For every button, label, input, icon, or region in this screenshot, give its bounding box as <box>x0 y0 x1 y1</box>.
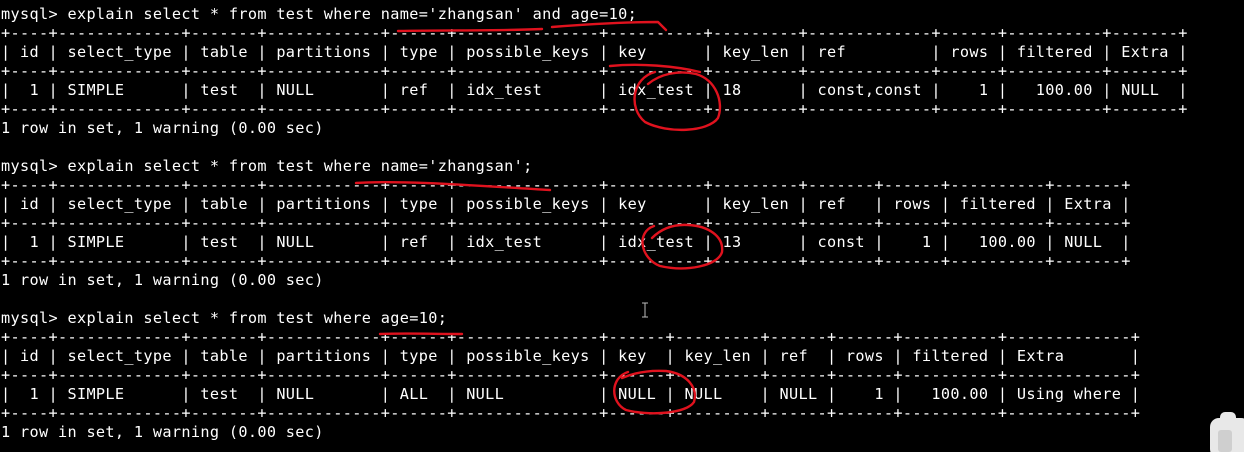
table-3-border-bottom: +----+-------------+-------+------------… <box>1 404 1140 423</box>
table-1-border-mid: +----+-------------+-------+------------… <box>1 62 1188 81</box>
result-line-3: 1 row in set, 1 warning (0.00 sec) <box>1 423 324 442</box>
command-line-3: mysql> explain select * from test where … <box>1 309 447 328</box>
table-3-border-mid: +----+-------------+-------+------------… <box>1 366 1140 385</box>
table-2-border-top: +----+-------------+-------+------------… <box>1 176 1131 195</box>
table-3-row: | 1 | SIMPLE | test | NULL | ALL | NULL … <box>1 385 1140 404</box>
text-cursor-ibeam-icon <box>640 302 650 318</box>
result-line-1: 1 row in set, 1 warning (0.00 sec) <box>1 119 324 138</box>
terminal-window[interactable]: mysql> explain select * from test where … <box>0 0 1244 449</box>
table-2-border-bottom: +----+-------------+-------+------------… <box>1 252 1131 271</box>
table-1-row: | 1 | SIMPLE | test | NULL | ref | idx_t… <box>1 81 1188 100</box>
table-3-header: | id | select_type | table | partitions … <box>1 347 1140 366</box>
command-line-1: mysql> explain select * from test where … <box>1 5 637 24</box>
table-1-header: | id | select_type | table | partitions … <box>1 43 1188 62</box>
table-1-border-bottom: +----+-------------+-------+------------… <box>1 100 1188 119</box>
table-2-header: | id | select_type | table | partitions … <box>1 195 1131 214</box>
table-3-border-top: +----+-------------+-------+------------… <box>1 328 1140 347</box>
table-2-row: | 1 | SIMPLE | test | NULL | ref | idx_t… <box>1 233 1131 252</box>
window-corner-widget-icon[interactable] <box>1210 412 1244 452</box>
result-line-2: 1 row in set, 1 warning (0.00 sec) <box>1 271 324 290</box>
command-line-2: mysql> explain select * from test where … <box>1 157 533 176</box>
table-1-border-top: +----+-------------+-------+------------… <box>1 24 1188 43</box>
table-2-border-mid: +----+-------------+-------+------------… <box>1 214 1131 233</box>
